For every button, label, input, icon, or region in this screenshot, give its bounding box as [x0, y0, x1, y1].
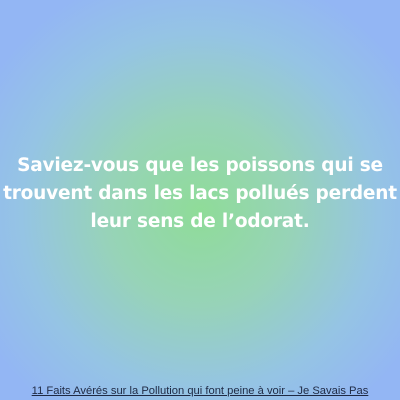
- fact-text: Saviez-vous que les poissons qui se trou…: [0, 152, 400, 236]
- fact-line-3: leur sens de l’odorat.: [90, 211, 310, 232]
- fact-card: Saviez-vous que les poissons qui se trou…: [0, 0, 400, 400]
- source-link[interactable]: 11 Faits Avérés sur la Pollution qui fon…: [0, 384, 400, 398]
- fact-line-1: Saviez-vous que les poissons qui se: [17, 155, 383, 176]
- fact-line-2: trouvent dans les lacs pollués perdent: [3, 183, 397, 204]
